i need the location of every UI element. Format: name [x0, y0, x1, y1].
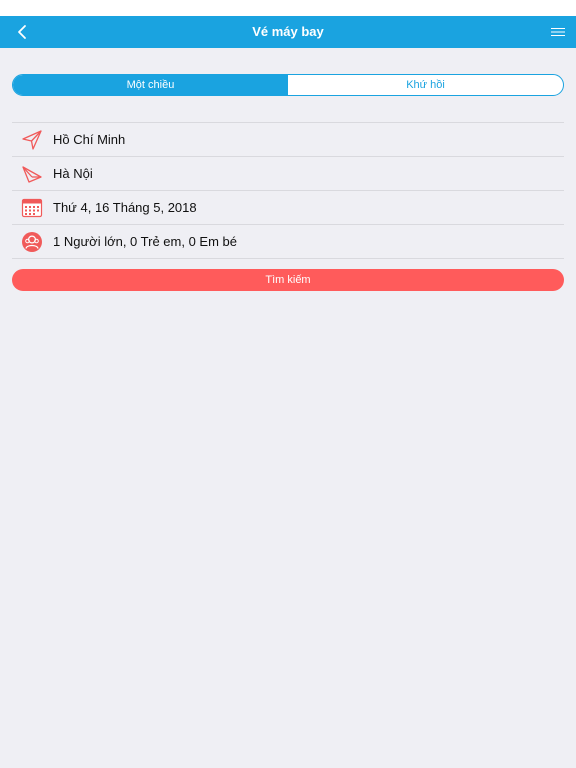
origin-value: Hồ Chí Minh	[53, 132, 126, 147]
segment-round-trip[interactable]: Khứ hồi	[288, 75, 563, 95]
navigation-bar: Vé máy bay	[0, 16, 576, 48]
search-button[interactable]: Tìm kiếm	[12, 269, 564, 291]
status-bar	[0, 0, 576, 16]
date-field[interactable]: Thứ 4, 16 Tháng 5, 2018	[12, 190, 564, 224]
hamburger-menu-icon[interactable]	[548, 22, 568, 42]
paper-plane-departure-icon	[21, 129, 43, 151]
passengers-field[interactable]: 1 Người lớn, 0 Trẻ em, 0 Em bé	[12, 224, 564, 259]
date-value: Thứ 4, 16 Tháng 5, 2018	[53, 200, 197, 215]
paper-plane-arrival-icon	[21, 163, 43, 185]
trip-type-segmented-control: Một chiều Khứ hồi	[12, 74, 564, 96]
chevron-left-icon[interactable]	[10, 20, 34, 44]
segment-one-way[interactable]: Một chiều	[13, 75, 288, 95]
passengers-icon	[21, 231, 43, 253]
destination-value: Hà Nội	[53, 166, 93, 181]
passengers-value: 1 Người lớn, 0 Trẻ em, 0 Em bé	[53, 234, 237, 249]
origin-field[interactable]: Hồ Chí Minh	[12, 122, 564, 156]
destination-field[interactable]: Hà Nội	[12, 156, 564, 190]
flight-search-form: Hồ Chí Minh Hà Nội Thứ 4, 16 Tháng 5, 20…	[12, 122, 564, 259]
page-title: Vé máy bay	[252, 24, 324, 39]
calendar-icon	[21, 197, 43, 219]
